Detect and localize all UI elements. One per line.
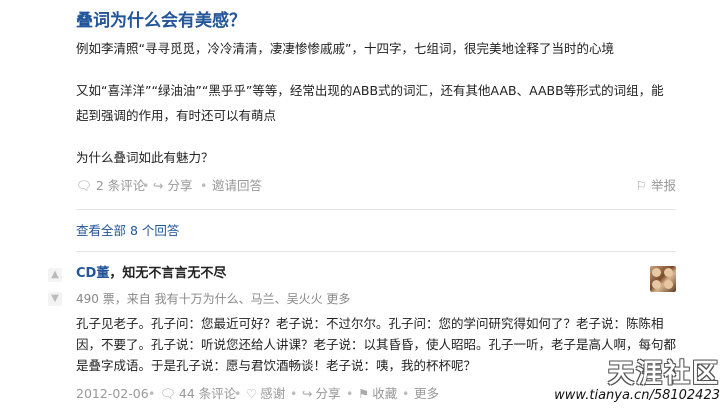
share-icon: ↪ [153,178,164,193]
thanks-label: 感谢 [260,386,286,401]
question-detail-para-1: 例如李清照“寻寻觅觅，冷冷清清，凄凄惨惨戚戚”，十四字，七组词，很完美地诠释了当… [76,41,614,56]
share-icon: ↪ [302,386,313,401]
dot-separator: • [346,386,354,401]
answer-comments-button[interactable]: 🗨︎ 44 条评论 [160,384,236,404]
divider [76,209,676,210]
question-detail-para-3: 为什么叠词如此有魅力？ [76,150,214,165]
dot-separator: • [200,178,208,193]
view-all-answers-link[interactable]: 查看全部 8 个回答 [76,221,179,241]
report-label: 举报 [650,178,676,193]
vote-box: ▲ ▼ [48,268,64,316]
invite-answer-button[interactable]: 邀请回答 [212,176,262,196]
invite-answer-label: 邀请回答 [212,178,263,193]
watermark-url: www.tianya.cn/58102423 [554,388,720,404]
voters-more-link[interactable]: 更多 [326,292,350,306]
question-meta-row: 🗨︎ 2 条评论 • ↪ 分享 • 邀请回答 ⚐ 举报 [76,176,676,196]
question-page: 叠词为什么会有美感？ 例如李清照“寻寻觅觅，冷冷清清，凄凄惨惨戚戚”，十四字，七… [0,0,724,410]
dot-separator: • [142,178,150,193]
answer-share-label: 分享 [315,386,341,401]
voters-list[interactable]: 我有十万为什么、马兰、吴火火 [155,292,323,306]
tianya-watermark: 天涯社区 www.tianya.cn/58102423 [554,360,720,404]
author-name[interactable]: CD董 [76,266,109,281]
answer-share-button[interactable]: ↪ 分享 [302,384,341,404]
collect-button[interactable]: ⚑ 收藏 [358,384,397,404]
answer-votes-line: 490 票，来自 我有十万为什么、马兰、吴火火 更多 [76,290,350,308]
answer-author: CD董，知无不言言无不尽 [76,264,226,284]
question-share-label: 分享 [167,178,193,193]
dot-separator: • [402,386,410,401]
divider [76,251,676,252]
answer-date[interactable]: 2012-02-06 [76,384,149,404]
watermark-brand: 天涯社区 [607,359,720,389]
downvote-icon[interactable]: ▼ [48,292,62,306]
question-share-button[interactable]: ↪ 分享 [153,176,193,196]
comment-icon: 🗨︎ [76,178,92,193]
answer-more-button[interactable]: 更多 [414,384,439,404]
question-detail-para-2: 又如“喜洋洋”“绿油油”“黑乎乎”等等，经常出现的ABB式的词汇，还有其他AAB… [76,83,664,123]
author-bio: 知无不言言无不尽 [122,266,227,281]
bookmark-icon: ⚑ [358,386,370,401]
answer-comments-label: 44 条评论 [178,386,237,401]
question-comments-button[interactable]: 🗨︎ 2 条评论 [76,176,145,196]
dot-separator: • [290,386,298,401]
question-comments-label: 2 条评论 [95,178,146,193]
dot-separator: • [148,386,156,401]
upvote-icon[interactable]: ▲ [48,268,62,282]
collect-label: 收藏 [372,386,398,401]
comment-icon: 🗨︎ [160,386,176,401]
dot-separator: • [234,386,242,401]
thanks-button[interactable]: ♡ 感谢 [246,384,285,404]
question-title[interactable]: 叠词为什么会有美感？ [76,6,246,31]
author-bio-separator: ， [109,266,123,281]
heart-icon: ♡ [246,386,258,401]
flag-icon: ⚐ [635,178,647,193]
author-avatar[interactable] [650,266,676,292]
report-button[interactable]: ⚐ 举报 [636,176,676,196]
votes-count: 490 票，来自 [76,292,151,306]
